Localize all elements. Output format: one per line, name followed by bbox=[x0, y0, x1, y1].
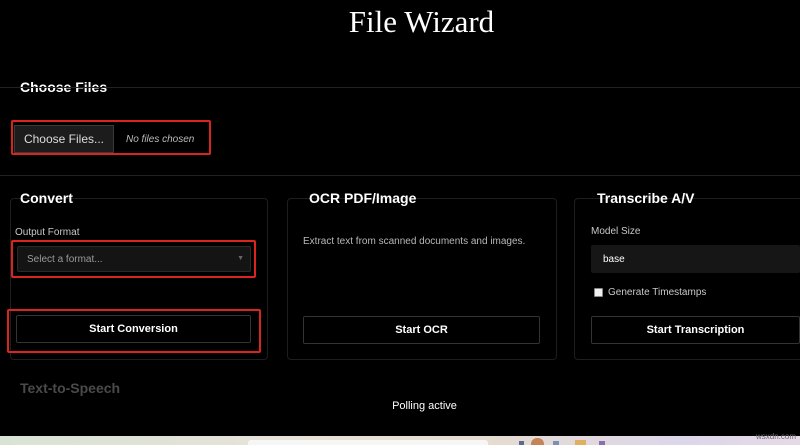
model-size-value: base bbox=[603, 253, 625, 265]
taskbar-folder-icon[interactable] bbox=[575, 440, 586, 445]
model-size-select[interactable]: base bbox=[591, 245, 800, 273]
ocr-heading: OCR PDF/Image bbox=[309, 190, 417, 206]
choose-files-button[interactable]: Choose Files... bbox=[14, 125, 114, 153]
taskbar-app-icon[interactable] bbox=[553, 441, 559, 445]
no-files-text: No files chosen bbox=[126, 133, 195, 145]
model-size-label: Model Size bbox=[591, 226, 641, 237]
ocr-description: Extract text from scanned documents and … bbox=[303, 236, 526, 247]
chevron-down-icon: ▼ bbox=[237, 255, 244, 262]
tts-heading: Text-to-Speech bbox=[20, 380, 121, 396]
taskbar-app-icon[interactable] bbox=[531, 438, 544, 445]
timestamps-checkbox[interactable] bbox=[594, 288, 603, 297]
taskbar-app-icon[interactable] bbox=[519, 441, 524, 445]
start-transcription-button[interactable]: Start Transcription bbox=[591, 316, 800, 344]
choose-files-divider bbox=[0, 175, 800, 176]
output-format-value: Select a format... bbox=[27, 253, 103, 265]
convert-heading: Convert bbox=[20, 190, 73, 206]
file-picker: Choose Files... No files chosen bbox=[14, 125, 209, 153]
output-format-label: Output Format bbox=[15, 227, 80, 238]
timestamps-label: Generate Timestamps bbox=[608, 287, 707, 298]
taskbar-search-box[interactable] bbox=[248, 440, 488, 445]
header-divider bbox=[0, 87, 800, 88]
timestamps-option: Generate Timestamps bbox=[594, 287, 706, 298]
taskbar-app-icon[interactable] bbox=[599, 441, 605, 445]
transcribe-heading: Transcribe A/V bbox=[597, 190, 695, 206]
start-conversion-button[interactable]: Start Conversion bbox=[16, 315, 251, 343]
start-ocr-button[interactable]: Start OCR bbox=[303, 316, 540, 344]
watermark-text: wsxdn.com bbox=[755, 432, 796, 441]
output-format-select[interactable]: Select a format... ▼ bbox=[17, 246, 251, 272]
app-title: File Wizard bbox=[348, 4, 495, 39]
polling-status: Polling active bbox=[392, 400, 457, 412]
